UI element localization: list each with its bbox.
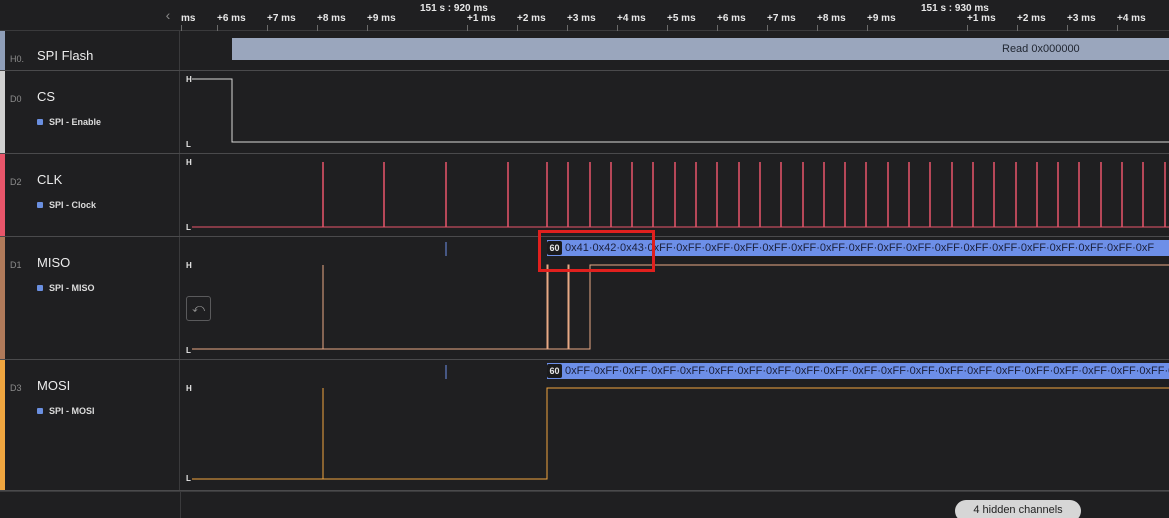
highlight-annotation: [538, 230, 655, 272]
mosi-start-badge: 60: [547, 364, 562, 378]
mosi-bytes-text: 0xFF·0xFF·0xFF·0xFF·0xFF·0xFF·0xFF·0xFF·…: [565, 365, 1169, 377]
hidden-channels-button[interactable]: 4 hidden channels: [955, 500, 1081, 518]
cs-waveform: [192, 78, 1169, 143]
clk-pulses: [322, 162, 1166, 227]
mosi-decoded-bytes[interactable]: 60 0xFF·0xFF·0xFF·0xFF·0xFF·0xFF·0xFF·0x…: [547, 363, 1169, 379]
miso-waveform: [192, 264, 1169, 350]
mosi-waveform: [192, 387, 1169, 480]
logic-analyzer-window: ‹ 151 s : 920 ms 151 s : 930 ms ms +6 ms…: [0, 0, 1169, 518]
